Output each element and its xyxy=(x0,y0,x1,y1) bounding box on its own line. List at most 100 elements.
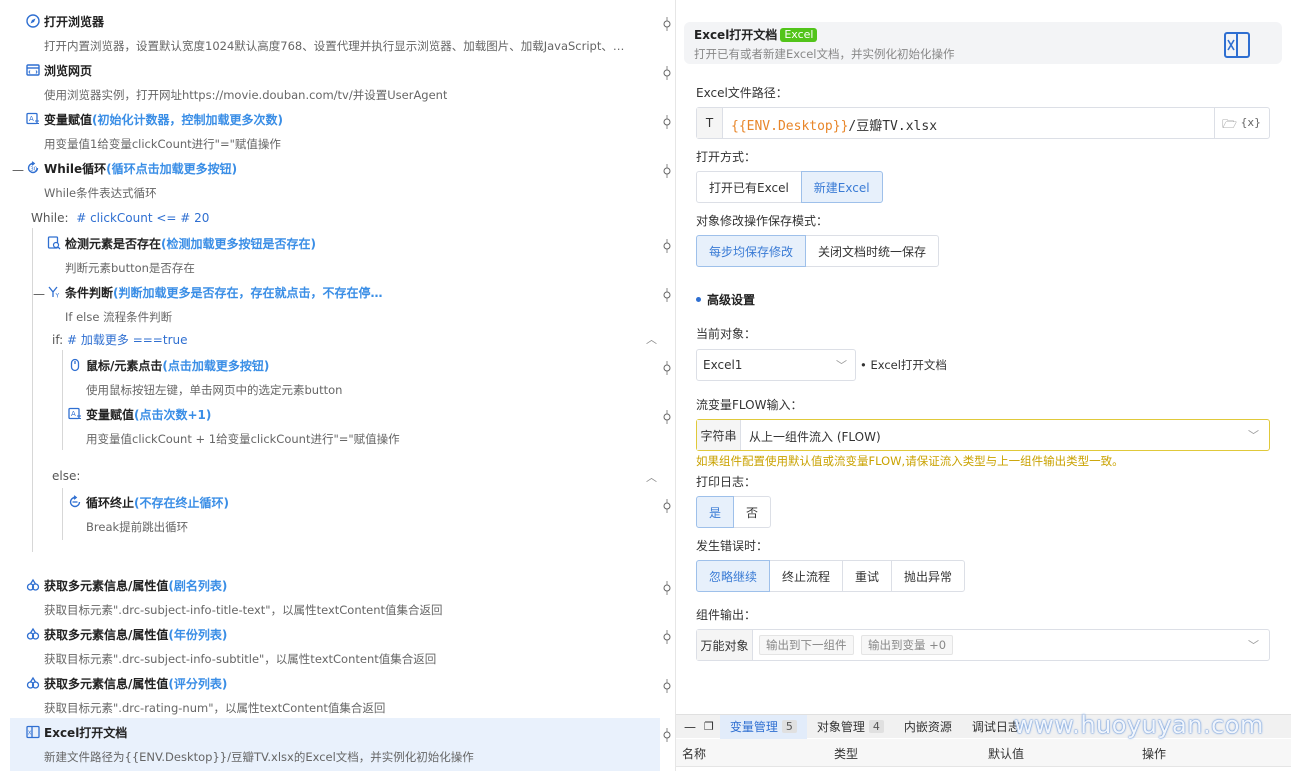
step-name: 浏览网页 xyxy=(44,63,93,78)
while-condition: While: # clickCount <= # 20 xyxy=(31,211,210,225)
connector-port[interactable] xyxy=(662,728,672,742)
step-name: 获取多元素信息/属性值 xyxy=(44,627,169,642)
connector-port[interactable] xyxy=(662,679,672,693)
step-name: Excel打开文档 xyxy=(44,725,128,740)
output-variable-tag[interactable]: 输出到变量 +0 xyxy=(861,635,954,655)
file-path-field[interactable]: T {{ENV.Desktop}}/豆瓣TV.xlsx 🗁 {x} xyxy=(696,107,1270,139)
connector-port[interactable] xyxy=(662,581,672,595)
folder-open-icon[interactable]: 🗁 xyxy=(1222,115,1237,136)
step-note: (检测加载更多按钮是否存在) xyxy=(161,236,316,251)
step-name: 检测元素是否存在 xyxy=(65,236,162,251)
ignore-continue-option[interactable]: 忽略继续 xyxy=(696,560,771,592)
throw-exception-option[interactable]: 抛出异常 xyxy=(891,560,966,592)
advanced-settings-heading[interactable]: 高级设置 xyxy=(696,291,755,308)
variable-insert-icon[interactable]: {x} xyxy=(1240,116,1261,129)
connector-port[interactable] xyxy=(662,115,672,129)
chevron-down-icon: ﹀ xyxy=(836,359,847,372)
variable-assign-icon: A xyxy=(26,112,40,126)
if-body-guide xyxy=(62,350,63,450)
log-no-option[interactable]: 否 xyxy=(733,496,772,528)
connector-port[interactable] xyxy=(662,164,672,178)
variable-table-header: 名称 类型 默认值 操作 xyxy=(676,739,1291,767)
col-name: 名称 xyxy=(682,747,707,761)
step-name: 条件判断 xyxy=(65,285,114,300)
path-type-toggle[interactable]: T xyxy=(697,108,723,138)
step-note: (评分列表) xyxy=(168,676,228,691)
open-existing-option[interactable]: 打开已有Excel xyxy=(696,171,802,203)
current-object-select[interactable]: Excel1 ﹀ xyxy=(696,349,856,381)
chevron-down-icon: ﹀ xyxy=(1248,429,1259,442)
open-mode-label: 打开方式： xyxy=(696,150,757,164)
svg-text:A: A xyxy=(29,115,34,123)
save-on-close-option[interactable]: 关闭文档时统一保存 xyxy=(805,235,940,267)
log-yes-option[interactable]: 是 xyxy=(696,496,735,528)
tab-variable-manager[interactable]: 变量管理 5 xyxy=(719,714,807,739)
connector-port[interactable] xyxy=(662,361,672,375)
condition-icon: Y xyxy=(47,285,61,299)
col-actions: 操作 xyxy=(1142,747,1167,761)
else-branch-label: else: xyxy=(52,469,81,483)
create-new-option[interactable]: 新建Excel xyxy=(800,171,883,203)
collapse-while-toggle[interactable]: — xyxy=(12,164,24,176)
connector-port[interactable] xyxy=(662,17,672,31)
step-note: (年份列表) xyxy=(168,627,228,642)
connector-port[interactable] xyxy=(662,239,672,253)
flow-input-warning: 如果组件配置使用默认值或流变量FLOW,请保证流入类型与上一组件输出类型一致。 xyxy=(696,454,1124,468)
connector-port[interactable] xyxy=(662,288,672,302)
step-desc: While条件表达式循环 xyxy=(44,186,157,200)
step-desc: 使用鼠标按钮左键，单击网页中的选定元素button xyxy=(86,383,343,397)
terminate-flow-option[interactable]: 终止流程 xyxy=(769,560,844,592)
connector-port[interactable] xyxy=(662,499,672,513)
restore-window-icon[interactable]: ❐ xyxy=(704,720,720,733)
component-title: Excel打开文档 xyxy=(694,28,778,42)
collapse-if-toggle[interactable]: — xyxy=(33,288,45,300)
connector-port[interactable] xyxy=(662,630,672,644)
watermark: www.huoyuyan.com xyxy=(1014,711,1264,739)
connector-port[interactable] xyxy=(662,410,672,424)
flow-type-tag: 字符串 xyxy=(697,420,741,450)
variable-assign-icon: A xyxy=(68,407,82,421)
step-desc: 判断元素button是否存在 xyxy=(65,261,195,275)
step-desc: 新建文件路径为{{ENV.Desktop}}/豆瓣TV.xlsx的Excel文档… xyxy=(44,750,474,764)
step-name: 获取多元素信息/属性值 xyxy=(44,676,169,691)
loop-icon: 30 xyxy=(26,161,40,175)
step-desc: 使用浏览器实例，打开网址https://movie.douban.com/tv/… xyxy=(44,88,448,102)
step-desc: 获取目标元素".drc-rating-num"，以属性textContent值集… xyxy=(44,701,386,715)
col-default: 默认值 xyxy=(988,747,1025,761)
current-object-hint: • Excel打开文档 xyxy=(860,358,947,372)
save-each-step-option[interactable]: 每步均保存修改 xyxy=(696,235,807,267)
step-note: (点击加载更多按钮) xyxy=(162,358,270,373)
connector-port[interactable] xyxy=(662,66,672,80)
multi-element-icon xyxy=(26,676,40,690)
flow-input-select[interactable]: 字符串 从上一组件流入 (FLOW) ﹀ xyxy=(696,419,1270,451)
compass-icon xyxy=(26,14,40,28)
on-error-group: 忽略继续 终止流程 重试 抛出异常 xyxy=(696,560,966,592)
step-name: 鼠标/元素点击 xyxy=(86,358,163,373)
col-type: 类型 xyxy=(834,747,859,761)
minimize-icon[interactable]: — xyxy=(676,720,704,734)
file-path-label: Excel文件路径： xyxy=(696,86,788,100)
retry-option[interactable]: 重试 xyxy=(842,560,893,592)
collapse-else-branch-chevron-up-icon[interactable]: ︿ xyxy=(646,469,657,485)
print-log-label: 打印日志： xyxy=(696,475,757,489)
tab-object-manager[interactable]: 对象管理 4 xyxy=(807,715,894,739)
step-desc: Break提前跳出循环 xyxy=(86,520,189,534)
component-output-select[interactable]: 万能对象 输出到下一组件 输出到变量 +0 ﹀ xyxy=(696,629,1270,661)
step-desc: 打开内置浏览器，设置默认宽度1024默认高度768、设置代理并执行显示浏览器、加… xyxy=(44,39,625,53)
step-name: 获取多元素信息/属性值 xyxy=(44,578,169,593)
step-note: (循环点击加载更多按钮) xyxy=(106,161,238,176)
svg-text:X: X xyxy=(28,731,32,737)
component-output-label: 组件输出： xyxy=(696,608,757,622)
step-note: (剧名列表) xyxy=(168,578,228,593)
tab-embedded-resources[interactable]: 内嵌资源 xyxy=(894,715,962,739)
step-name: 变量赋值 xyxy=(44,112,93,127)
collapse-if-branch-chevron-up-icon[interactable]: ︿ xyxy=(646,331,657,347)
svg-text:A: A xyxy=(71,410,76,418)
file-path-input[interactable]: {{ENV.Desktop}}/豆瓣TV.xlsx xyxy=(731,115,937,134)
current-object-label: 当前对象： xyxy=(696,327,757,341)
excel-icon: X xyxy=(26,725,40,739)
component-header: Excel打开文档 Excel 打开已有或者新建Excel文档，并实例化初始化操作 xyxy=(684,22,1282,64)
output-next-tag[interactable]: 输出到下一组件 xyxy=(759,635,854,655)
loop-break-icon xyxy=(68,495,82,509)
multi-element-icon xyxy=(26,578,40,592)
